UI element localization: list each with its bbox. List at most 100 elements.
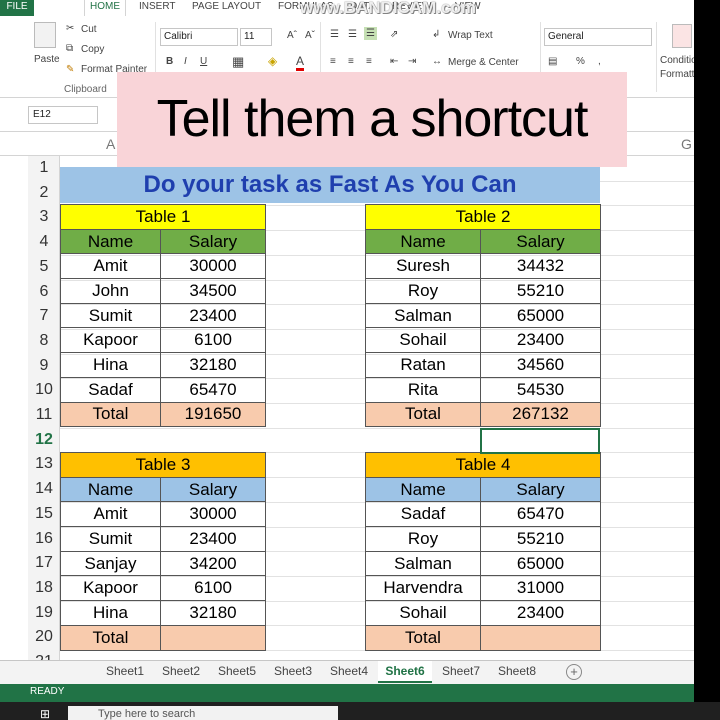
table-3-cell-name[interactable]: Hina [60,600,161,626]
row-header[interactable]: 13 [28,452,60,477]
table-2-cell-name[interactable]: Sohail [365,327,481,354]
table-2[interactable]: Table 2 Name Salary Suresh 34432 Roy 55210… [364,204,602,428]
font-size-select[interactable]: 11 [240,28,272,46]
sheet-tab-sheet2[interactable]: Sheet2 [156,661,206,683]
table-1-total-label[interactable]: Total [60,401,161,428]
table-3-cell-name[interactable]: Amit [60,501,161,528]
table-2-cell-name[interactable]: Ratan [365,352,481,378]
table-1-cell-salary[interactable]: 30000 [159,253,267,280]
table-4-total-value[interactable] [479,624,602,651]
align-center-icon[interactable]: ≡ [348,56,354,67]
table-4-cell-salary[interactable]: 31000 [479,575,602,602]
table-3-cell-salary[interactable]: 30000 [159,501,267,528]
table-1-header-name[interactable]: Name [60,228,161,255]
conditional-formatting-icon[interactable] [672,24,692,48]
table-2-cell-salary[interactable]: 55210 [479,278,602,304]
table-1-title[interactable]: Table 1 [59,204,267,230]
table-2-cell-salary[interactable]: 34432 [479,253,602,280]
sheet-tab-sheet8[interactable]: Sheet8 [492,661,542,683]
table-4[interactable]: Table 4 Name Salary Sadaf 65470 Roy 55210 … [364,452,602,651]
table-4-title[interactable]: Table 4 [364,452,602,478]
borders-icon[interactable]: ▦ [232,54,244,70]
orientation-icon[interactable]: ⇗ [390,29,398,40]
decrease-font-icon[interactable]: Aˇ [305,30,315,41]
row-header[interactable]: 19 [28,601,60,626]
table-3-cell-salary[interactable]: 6100 [159,575,267,602]
bold-button[interactable]: B [166,56,173,67]
sheet-tab-sheet7[interactable]: Sheet7 [436,661,486,683]
table-4-cell-name[interactable]: Harvendra [365,575,481,602]
name-box[interactable]: E12 [28,106,98,124]
align-bottom-icon[interactable]: ☰ [364,27,377,40]
table-3-cell-name[interactable]: Sumit [60,526,161,552]
table-3-cell-salary[interactable]: 23400 [159,526,267,552]
tab-home[interactable]: HOME [84,0,126,17]
windows-start-icon[interactable]: ⊞ [40,708,52,720]
merge-center-icon[interactable]: ↔ [432,56,442,67]
table-4-cell-salary[interactable]: 55210 [479,526,602,552]
table-2-cell-salary[interactable]: 65000 [479,302,602,329]
table-4-cell-salary[interactable]: 65470 [479,501,602,528]
row-header[interactable]: 7 [28,304,60,329]
table-4-cell-salary[interactable]: 65000 [479,550,602,577]
copy-button[interactable]: Copy [81,44,104,55]
sheet-tab-sheet1[interactable]: Sheet1 [100,661,150,683]
row-header[interactable]: 20 [28,625,60,650]
row-header[interactable]: 4 [28,230,60,255]
table-1-cell-salary[interactable]: 32180 [159,352,267,378]
table-4-total-label[interactable]: Total [365,624,481,651]
table-2-cell-name[interactable]: Salman [365,302,481,329]
table-2-header-name[interactable]: Name [365,228,481,255]
row-header[interactable]: 14 [28,477,60,502]
table-1-cell-name[interactable]: Hina [60,352,161,378]
paste-icon[interactable] [34,22,56,48]
percent-button[interactable]: % [576,56,585,67]
table-2-cell-salary[interactable]: 54530 [479,376,602,403]
column-header-g[interactable]: G [681,132,692,156]
table-3-cell-salary[interactable]: 32180 [159,600,267,626]
table-3-title[interactable]: Table 3 [59,452,267,478]
table-1-cell-salary[interactable]: 34500 [159,278,267,304]
increase-indent-icon[interactable]: ⇥ [408,56,416,67]
italic-button[interactable]: I [184,56,187,67]
table-2-cell-name[interactable]: Suresh [365,253,481,280]
add-sheet-icon[interactable]: + [566,664,582,680]
conditional-formatting-button[interactable]: Conditional Formatting [660,54,694,82]
row-header[interactable]: 1 [28,156,60,181]
tab-insert[interactable]: INSERT [139,0,176,14]
table-2-cell-salary[interactable]: 23400 [479,327,602,354]
sheet-tab-sheet6[interactable]: Sheet6 [378,661,432,683]
align-right-icon[interactable]: ≡ [366,56,372,67]
table-4-cell-name[interactable]: Roy [365,526,481,552]
table-3-total-label[interactable]: Total [60,624,161,651]
table-4-cell-name[interactable]: Salman [365,550,481,577]
merge-center-button[interactable]: Merge & Center [448,57,519,68]
tab-file[interactable]: FILE [0,0,34,16]
row-header[interactable]: 6 [28,280,60,305]
sheet-tab-sheet4[interactable]: Sheet4 [324,661,374,683]
row-header[interactable]: 18 [28,576,60,601]
font-name-select[interactable]: Calibri [160,28,238,46]
wrap-text-icon[interactable]: ↲ [432,29,440,40]
table-3-cell-salary[interactable]: 34200 [159,550,267,577]
table-4-cell-name[interactable]: Sohail [365,600,481,626]
table-1-total-value[interactable]: 191650 [159,401,267,428]
table-4-header-name[interactable]: Name [365,476,481,503]
row-header[interactable]: 21 [28,650,60,660]
paste-button[interactable]: Paste [34,54,60,65]
table-3-cell-name[interactable]: Kapoor [60,575,161,602]
table-4-cell-salary[interactable]: 23400 [479,600,602,626]
copy-icon[interactable]: ⧉ [66,43,73,54]
selected-cell[interactable] [480,428,600,454]
table-4-header-salary[interactable]: Salary [479,476,602,503]
currency-icon[interactable]: ▤ [548,56,557,67]
table-3[interactable]: Table 3 Name Salary Amit 30000 Sumit 23400… [59,452,267,651]
underline-button[interactable]: U [200,56,207,67]
align-middle-icon[interactable]: ☰ [348,29,357,40]
table-2-cell-salary[interactable]: 34560 [479,352,602,378]
font-color-icon[interactable]: A [296,54,305,71]
table-1-cell-name[interactable]: Kapoor [60,327,161,354]
table-1-header-salary[interactable]: Salary [159,228,267,255]
comma-button[interactable]: , [598,56,601,67]
table-1-cell-name[interactable]: Sadaf [60,376,161,403]
